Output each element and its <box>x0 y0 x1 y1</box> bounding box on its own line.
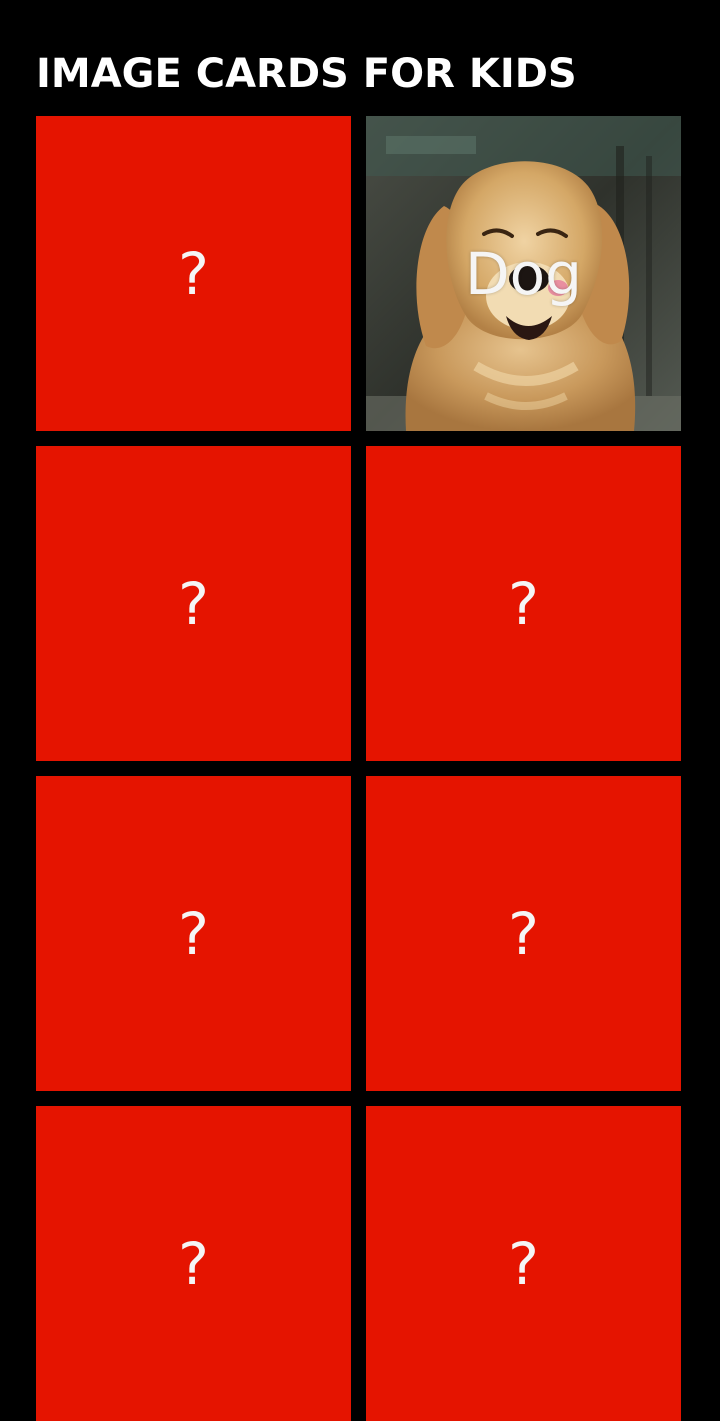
card-5[interactable]: ? <box>36 776 351 1091</box>
card-3[interactable]: ? <box>36 446 351 761</box>
card-1[interactable]: ? <box>36 116 351 431</box>
card-8[interactable]: ? <box>366 1106 681 1421</box>
card-label: ? <box>178 239 209 308</box>
card-label: Dog <box>465 239 582 308</box>
card-grid: ? Dog ? ? ? ? ? ? <box>36 116 681 1421</box>
card-label: ? <box>508 1229 539 1298</box>
card-label: ? <box>508 569 539 638</box>
card-label: ? <box>508 899 539 968</box>
card-label: ? <box>178 569 209 638</box>
card-label: ? <box>178 1229 209 1298</box>
card-label: ? <box>178 899 209 968</box>
card-4[interactable]: ? <box>366 446 681 761</box>
card-2-dog[interactable]: Dog <box>366 116 681 431</box>
card-7[interactable]: ? <box>36 1106 351 1421</box>
card-6[interactable]: ? <box>366 776 681 1091</box>
page-title: IMAGE CARDS FOR KIDS <box>36 51 577 97</box>
